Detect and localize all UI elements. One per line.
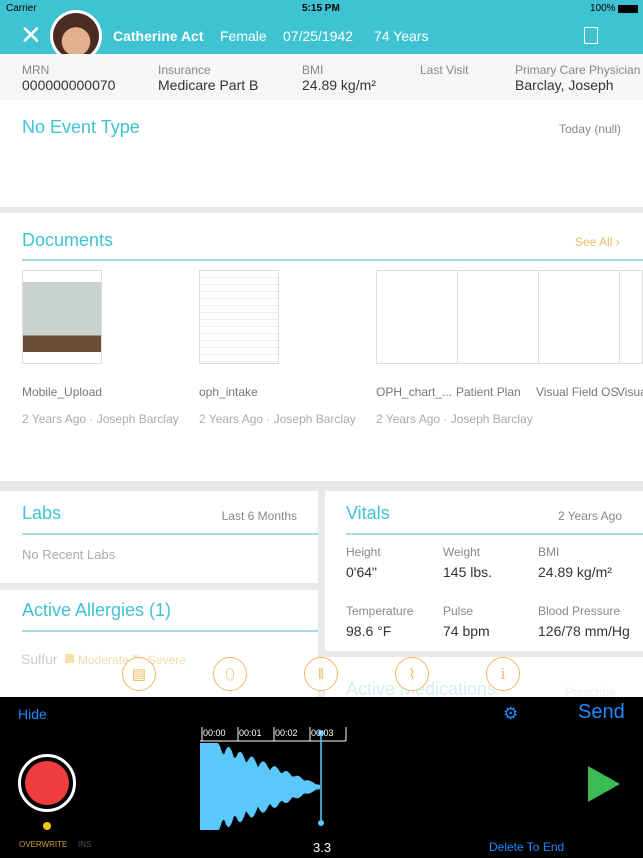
vitals-title[interactable]: Vitals — [346, 503, 390, 524]
labs-section: Labs Last 6 Months No Recent Labs — [0, 491, 318, 583]
insurance-label: Insurance — [158, 63, 211, 77]
waveform-shape — [200, 743, 320, 830]
documents-section: Documents See All › Mobile_Upload oph_in… — [0, 213, 643, 481]
labs-range: Last 6 Months — [221, 509, 297, 523]
vital-label: Blood Pressure — [538, 604, 621, 618]
notes-icon[interactable] — [584, 27, 598, 44]
event-section: No Event Type Today (null) — [0, 100, 643, 207]
vital-label: Temperature — [346, 604, 414, 618]
see-all-link[interactable]: See All › — [575, 235, 620, 249]
close-icon[interactable]: ✕ — [20, 20, 42, 51]
vital-label: Weight — [443, 545, 481, 559]
event-title[interactable]: No Event Type — [22, 117, 140, 138]
patient-name: Catherine Act — [113, 28, 204, 44]
pcp-value: Barclay, Joseph — [515, 77, 614, 93]
waveform[interactable] — [200, 725, 350, 830]
allergies-title[interactable]: Active Allergies (1) — [22, 600, 171, 621]
document-name[interactable]: Visual Field OS — [536, 385, 618, 399]
delete-to-end-button[interactable]: Delete To End — [489, 840, 564, 854]
overwrite-mode[interactable]: OVERWRITE — [19, 840, 67, 849]
time-tick: 00:02 — [275, 728, 298, 738]
send-button[interactable]: Send — [578, 701, 625, 724]
document-meta: 2 Years Ago · Joseph Barclay — [199, 412, 356, 426]
dictation-panel: Hide ⚙ Send OVERWRITE INS 00:00 00:01 00… — [0, 697, 643, 858]
duration: 3.3 — [313, 840, 332, 855]
pill-icon[interactable]: ⬯ — [213, 657, 247, 691]
vital-label: BMI — [538, 545, 560, 559]
severity-indicator — [65, 654, 74, 663]
document-name[interactable]: Patient Plan — [456, 385, 521, 399]
info-icon[interactable]: i — [486, 657, 520, 691]
patient-gender: Female — [220, 28, 267, 44]
patient-dob: 07/25/1942 — [283, 28, 354, 44]
patient-age: 74 Years — [374, 28, 429, 44]
patient-header: ✕ Catherine Act Female 07/25/1942 74 Yea… — [0, 10, 643, 62]
event-date: Today (null) — [558, 122, 621, 136]
playhead-handle — [318, 820, 324, 826]
quick-action-bar: ▤ ⬯ ‖ ⌇ i — [122, 657, 520, 691]
test-tubes-icon[interactable]: ‖ — [304, 657, 338, 691]
labs-empty: No Recent Labs — [22, 547, 116, 562]
document-thumbnail[interactable] — [199, 270, 279, 364]
allergy-name: Sulfur — [21, 651, 58, 667]
labs-title[interactable]: Labs — [22, 503, 61, 524]
clock: 5:15 PM — [302, 3, 340, 14]
vital-value: 24.89 kg/m² — [538, 564, 612, 580]
document-meta: 2 Years Ago · Joseph Barclay — [22, 412, 179, 426]
last-visit-label: Last Visit — [420, 63, 469, 77]
document-thumbnail[interactable] — [376, 270, 643, 364]
document-name[interactable]: oph_intake — [199, 385, 258, 399]
vital-label: Height — [346, 545, 381, 559]
bmi-label: BMI — [302, 63, 324, 77]
vitals-section: Vitals 2 Years Ago Height 0'64" Weight 145… — [325, 491, 643, 651]
vital-value: 145 lbs. — [443, 564, 493, 580]
vital-value: 98.6 °F — [346, 623, 392, 639]
pcp-label: Primary Care Physician — [515, 63, 641, 77]
gear-icon[interactable]: ⚙ — [503, 704, 518, 724]
mrn-label: MRN — [22, 63, 50, 77]
vitals-date: 2 Years Ago — [557, 509, 622, 523]
play-icon[interactable] — [588, 766, 620, 802]
document-icon[interactable]: ▤ — [122, 657, 156, 691]
time-tick: 00:01 — [239, 728, 262, 738]
record-button[interactable] — [18, 754, 76, 812]
vital-label: Pulse — [443, 604, 474, 618]
insert-mode[interactable]: INS — [78, 840, 91, 849]
time-tick: 00:03 — [311, 728, 334, 738]
mode-indicator — [43, 822, 51, 830]
carrier: Carrier — [6, 3, 37, 14]
battery-icon — [618, 5, 638, 13]
battery: 100% — [590, 3, 616, 14]
document-meta: 2 Years Ago · Joseph Barclay — [376, 412, 533, 426]
document-name[interactable]: Mobile_Upload — [22, 385, 102, 399]
heartbeat-icon[interactable]: ⌇ — [395, 657, 429, 691]
patient-info-bar: MRN 000000000070 Insurance Medicare Part B… — [0, 54, 643, 100]
insurance-value: Medicare Part B — [158, 77, 259, 93]
vital-value: 0'64" — [346, 564, 378, 580]
vital-value: 126/78 mm/Hg — [538, 623, 630, 639]
vital-value: 74 bpm — [443, 623, 490, 639]
time-tick: 00:00 — [203, 728, 226, 738]
hide-button[interactable]: Hide — [18, 706, 47, 722]
document-thumbnail[interactable] — [22, 270, 102, 364]
bmi-value: 24.89 kg/m² — [302, 77, 376, 93]
documents-title: Documents — [22, 230, 114, 250]
status-bar: Carrier 5:15 PM 100% — [0, 0, 643, 18]
mrn-value: 000000000070 — [22, 77, 116, 93]
document-name[interactable]: OPH_chart_... — [376, 385, 452, 399]
document-name[interactable]: Visual — [617, 385, 643, 399]
